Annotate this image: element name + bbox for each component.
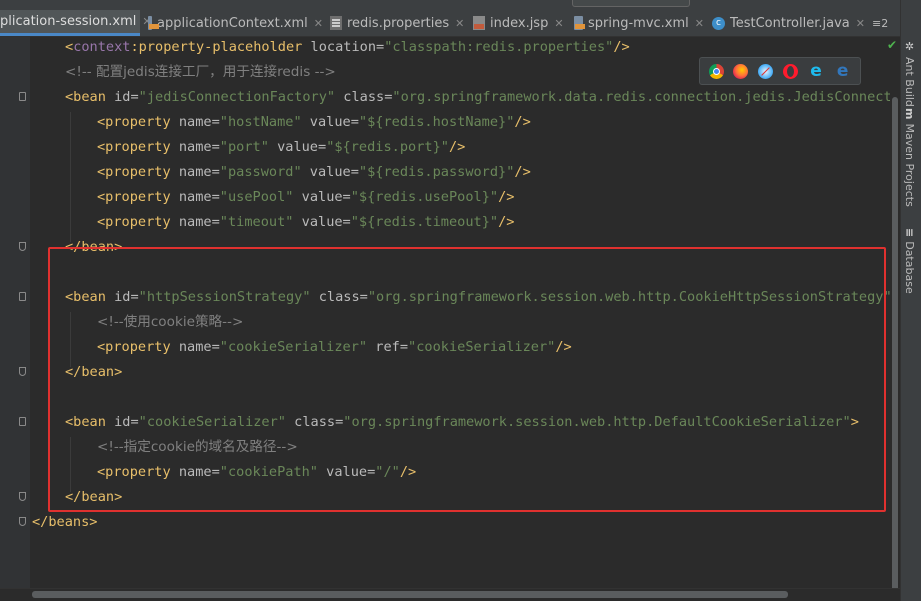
database-tool-button[interactable]: ≡ Database — [903, 228, 916, 294]
close-icon[interactable]: ✕ — [314, 17, 323, 30]
firefox-icon[interactable] — [733, 63, 749, 79]
chrome-icon[interactable] — [708, 63, 724, 79]
maven-icon: m — [903, 108, 916, 120]
tab-applicationcontext-xml[interactable]: applicationContext.xml ✕ — [148, 10, 323, 36]
tab-label: redis.properties — [347, 15, 450, 31]
horizontal-scroll-thumb[interactable] — [32, 591, 788, 598]
editor-tab-bar: plication-session.xml✕ applicationContex… — [0, 10, 900, 37]
run-config-selector[interactable]: nginx-demo — [572, 0, 690, 7]
code-line-1: <context:property-placeholder location="… — [65, 39, 630, 55]
indent-guide — [70, 112, 71, 242]
horizontal-scrollbar[interactable] — [0, 588, 900, 601]
tab-label: plication-session.xml — [0, 14, 137, 29]
properties-file-icon — [330, 16, 342, 30]
code-line-2: <!-- 配置jedis连接工厂，用于连接redis --> — [65, 64, 336, 80]
tool-label: Ant Build — [903, 57, 916, 107]
right-tool-window-bar: ✲ Ant Build m Maven Projects ≡ Database — [900, 0, 921, 601]
tab-redis-properties[interactable]: redis.properties ✕ — [330, 10, 470, 36]
tab-label: spring-mvc.xml — [588, 15, 689, 31]
safari-icon[interactable] — [758, 63, 774, 79]
tab-spring-mvc-xml[interactable]: spring-mvc.xml ✕ — [574, 10, 704, 36]
tool-label: Database — [903, 241, 916, 294]
code-line-6: <property name="password" value="${redis… — [97, 164, 531, 180]
tab-label: applicationContext.xml — [157, 15, 308, 31]
java-class-icon: c — [712, 16, 725, 30]
database-icon: ≡ — [903, 228, 916, 238]
jsp-file-icon — [473, 16, 485, 30]
ant-build-tool-button[interactable]: ✲ Ant Build — [903, 40, 916, 107]
xml-file-icon — [574, 16, 585, 30]
tab-application-session-xml[interactable]: plication-session.xml✕ — [0, 10, 152, 36]
opera-icon[interactable] — [782, 63, 798, 79]
close-icon[interactable]: ✕ — [856, 17, 865, 30]
code-line-7: <property name="usePool" value="${redis.… — [97, 189, 515, 205]
tab-label: TestController.java — [730, 15, 850, 31]
browser-preview-toolbar: e e — [699, 57, 861, 85]
close-icon[interactable]: ✕ — [455, 17, 464, 30]
code-line-20: </beans> — [32, 514, 98, 530]
tool-label: Maven Projects — [903, 123, 916, 207]
code-line-5: <property name="port" value="${redis.por… — [97, 139, 466, 155]
internet-explorer-icon[interactable]: e — [807, 62, 824, 79]
ant-icon: ✲ — [903, 40, 916, 53]
title-strip — [0, 0, 921, 10]
close-icon[interactable]: ✕ — [554, 17, 563, 30]
tab-testcontroller-java[interactable]: c TestController.java ✕ — [712, 10, 872, 36]
vertical-scroll-thumb[interactable] — [892, 97, 898, 592]
code-line-4: <property name="hostName" value="${redis… — [97, 114, 531, 130]
highlight-annotation-box — [48, 247, 886, 512]
vertical-scrollbar[interactable] — [891, 37, 899, 592]
close-icon[interactable]: ✕ — [695, 17, 704, 30]
tab-overflow-menu[interactable]: ≡2 — [872, 10, 900, 36]
maven-projects-tool-button[interactable]: m Maven Projects — [903, 108, 916, 207]
xml-file-icon — [148, 16, 160, 30]
tab-index-jsp[interactable]: index.jsp ✕ — [473, 10, 568, 36]
code-line-3: <bean id="jedisConnectionFactory" class=… — [65, 89, 890, 105]
tab-overflow-label: ≡2 — [872, 16, 889, 30]
edge-icon[interactable]: e — [834, 62, 851, 79]
code-line-8: <property name="timeout" value="${redis.… — [97, 214, 515, 230]
tab-label: index.jsp — [490, 15, 549, 31]
